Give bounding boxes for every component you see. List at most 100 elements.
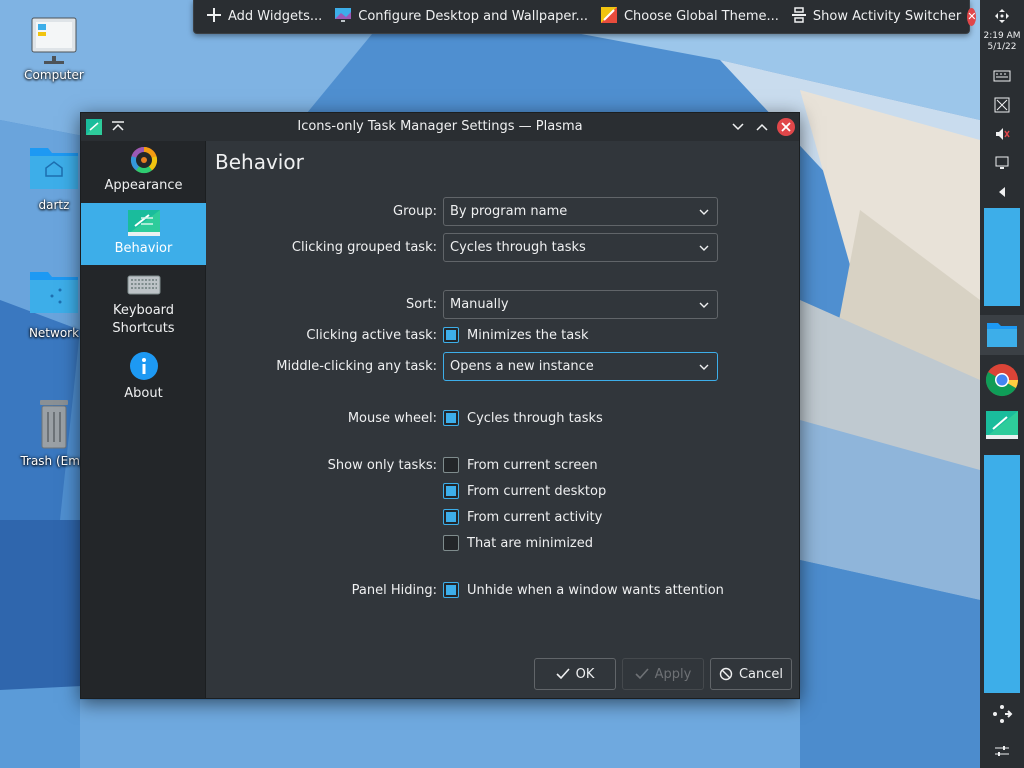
from-current-screen-checkbox[interactable] — [443, 457, 459, 473]
sort-combobox[interactable]: Manually — [443, 290, 718, 319]
behavior-settings-page: Behavior Group: By program name Clicking… — [207, 141, 799, 698]
task-manager-settings-window: Icons-only Task Manager Settings — Plasm… — [80, 112, 800, 699]
volume-muted-icon — [996, 128, 1010, 140]
window-titlebar[interactable]: Icons-only Task Manager Settings — Plasm… — [81, 113, 799, 141]
from-current-desktop-checkbox[interactable] — [443, 483, 459, 499]
cancel-label: Cancel — [738, 666, 784, 682]
choose-global-theme-button[interactable]: Choose Global Theme... — [594, 3, 785, 31]
minimizes-task-checkbox[interactable] — [443, 327, 459, 343]
chevron-down-icon — [699, 364, 709, 370]
panel-hiding-checkbox-row[interactable]: Unhide when a window wants attention — [443, 582, 724, 598]
theme-palette-icon — [600, 6, 618, 28]
show-activity-switcher-label: Show Activity Switcher — [812, 9, 962, 24]
clicking-grouped-value: Cycles through tasks — [450, 240, 586, 255]
show-only-option-row[interactable]: From current activity — [443, 509, 602, 525]
close-icon — [781, 122, 791, 132]
show-only-option-label: From current desktop — [467, 483, 607, 499]
window-title: Icons-only Task Manager Settings — Plasm… — [297, 119, 583, 134]
home-folder-icon — [30, 148, 78, 189]
apply-label: Apply — [654, 666, 692, 682]
right-panel: 2:19 AM 5/1/22 — [980, 0, 1024, 768]
from-current-activity-checkbox[interactable] — [443, 509, 459, 525]
clock-date[interactable]: 5/1/22 — [980, 42, 1024, 52]
network-wired-icon — [995, 156, 1009, 169]
plus-icon — [206, 7, 222, 27]
desktop-wallpaper-icon — [334, 7, 352, 27]
desktop-edit-toolbar: Add Widgets... Configure Desktop and Wal… — [193, 0, 977, 34]
move-arrows-icon — [995, 9, 1009, 23]
activities-icon — [791, 6, 807, 27]
group-combobox[interactable]: By program name — [443, 197, 718, 226]
sidebar-item-appearance[interactable]: Appearance — [81, 141, 206, 203]
sliders-icon — [995, 746, 1009, 756]
screenshot-icon — [994, 97, 1010, 113]
show-only-option-row[interactable]: From current desktop — [443, 483, 606, 499]
keyboard-icon — [127, 275, 160, 295]
clicking-grouped-combobox[interactable]: Cycles through tasks — [443, 233, 718, 262]
show-only-option-row[interactable]: From current screen — [443, 457, 598, 473]
folder-icon — [987, 323, 1017, 347]
chrome-icon — [985, 364, 1019, 397]
sort-value: Manually — [450, 297, 509, 312]
panel-hiding-label: Panel Hiding: — [351, 583, 437, 598]
configure-desktop-label: Configure Desktop and Wallpaper... — [358, 9, 588, 24]
panel-move-handle[interactable] — [980, 6, 1024, 26]
close-icon: ✕ — [967, 10, 977, 23]
task-system-settings[interactable] — [980, 405, 1024, 445]
checkmark-icon — [556, 668, 570, 680]
add-widgets-label: Add Widgets... — [228, 9, 323, 24]
panel-settings-button[interactable] — [980, 742, 1024, 760]
chevron-down-icon — [732, 123, 744, 131]
sidebar-item-about[interactable]: About — [81, 347, 206, 409]
sidebar-item-keyboard-shortcuts[interactable]: Keyboard Shortcuts — [81, 265, 206, 345]
arrow-left-icon — [999, 187, 1005, 197]
show-only-tasks-label: Show only tasks: — [327, 458, 437, 473]
system-settings-icon — [986, 411, 1018, 439]
panel-spacer-bottom[interactable] — [984, 455, 1020, 693]
sidebar-item-label-line2: Shortcuts — [112, 321, 175, 336]
volume-tray-button[interactable] — [980, 124, 1024, 144]
page-title: Behavior — [215, 150, 304, 174]
add-widgets-button[interactable]: Add Widgets... — [200, 3, 328, 31]
minimizes-task-label: Minimizes the task — [467, 327, 589, 343]
expand-tray-button[interactable] — [980, 182, 1024, 202]
configure-desktop-button[interactable]: Configure Desktop and Wallpaper... — [328, 3, 594, 31]
chevron-up-icon — [756, 123, 768, 131]
minimize-button[interactable] — [729, 118, 747, 136]
close-toolbar-button[interactable]: ✕ — [967, 7, 977, 26]
sidebar-item-label: Behavior — [114, 241, 173, 256]
task-file-manager[interactable] — [980, 315, 1024, 355]
group-value: By program name — [450, 204, 568, 219]
task-chrome[interactable] — [980, 360, 1024, 400]
network-folder-icon — [30, 272, 78, 313]
middle-click-combobox[interactable]: Opens a new instance — [443, 352, 718, 381]
panel-spacer-top[interactable] — [984, 208, 1020, 306]
show-only-option-row[interactable]: That are minimized — [443, 535, 593, 551]
network-tray-button[interactable] — [980, 153, 1024, 173]
close-window-button[interactable] — [777, 118, 795, 136]
keyboard-tray-button[interactable] — [980, 66, 1024, 86]
show-only-option-label: From current activity — [467, 509, 603, 525]
panel-drag-button[interactable] — [980, 702, 1024, 726]
mouse-wheel-label: Mouse wheel: — [347, 411, 437, 426]
info-icon — [129, 352, 158, 380]
unhide-attention-checkbox[interactable] — [443, 582, 459, 598]
screenshot-tray-button[interactable] — [980, 95, 1024, 115]
that-are-minimized-checkbox[interactable] — [443, 535, 459, 551]
ok-button[interactable]: OK — [534, 658, 616, 690]
apply-button[interactable]: Apply — [622, 658, 704, 690]
maximize-button[interactable] — [753, 118, 771, 136]
computer-icon — [31, 17, 77, 64]
mouse-wheel-checkbox[interactable] — [443, 410, 459, 426]
choose-global-theme-label: Choose Global Theme... — [623, 9, 779, 24]
clock-time[interactable]: 2:19 AM — [980, 31, 1024, 41]
cancel-icon — [719, 667, 733, 681]
mouse-wheel-checkbox-row[interactable]: Cycles through tasks — [443, 410, 603, 426]
sidebar-item-behavior[interactable]: Behavior — [81, 203, 206, 265]
minimizes-task-checkbox-row[interactable]: Minimizes the task — [443, 327, 589, 343]
ok-label: OK — [575, 666, 595, 682]
sidebar-item-label: Appearance — [104, 178, 183, 193]
cancel-button[interactable]: Cancel — [710, 658, 792, 690]
show-activity-switcher-button[interactable]: Show Activity Switcher — [785, 3, 967, 31]
desktop-icon-computer[interactable]: Computer — [14, 14, 94, 82]
